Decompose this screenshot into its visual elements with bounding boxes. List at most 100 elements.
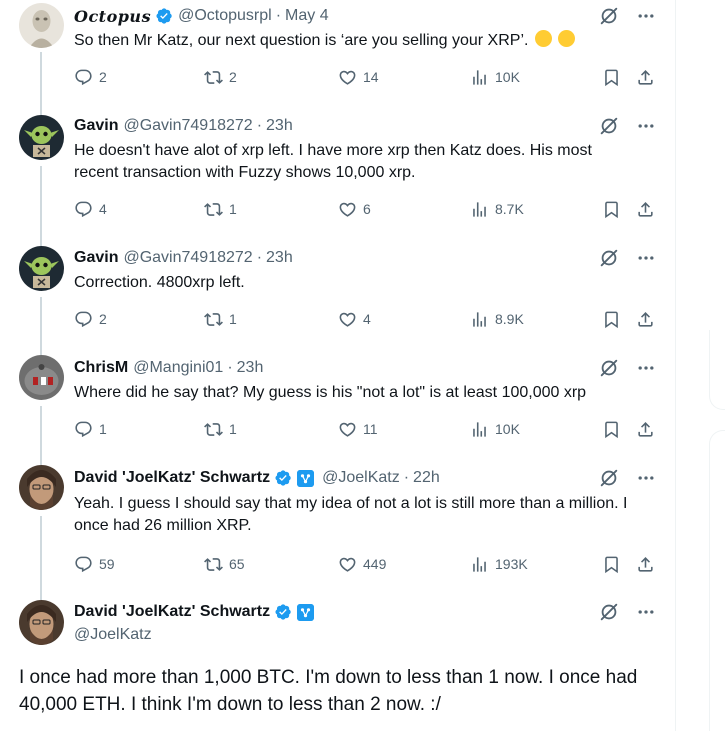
share-button[interactable] (636, 197, 655, 221)
share-button[interactable] (636, 417, 655, 441)
author-name[interactable]: Gavin (74, 117, 118, 135)
avatar[interactable] (19, 355, 64, 400)
views-button[interactable]: 8.7K (470, 197, 524, 221)
author-name[interactable]: David 'JoelKatz' Schwartz (74, 469, 270, 487)
bookmark-button[interactable] (602, 417, 621, 441)
more-icon[interactable] (636, 358, 656, 378)
retweet-icon (204, 68, 223, 87)
retweet-count: 1 (229, 311, 237, 327)
retweet-count: 65 (229, 556, 245, 572)
bookmark-button[interactable] (602, 552, 621, 576)
bookmark-button[interactable] (602, 65, 621, 89)
grok-icon[interactable] (598, 115, 620, 137)
tweet-time[interactable]: 23h (266, 249, 293, 267)
grok-icon[interactable] (598, 357, 620, 379)
like-icon (338, 420, 357, 439)
share-icon (636, 200, 655, 219)
like-icon (338, 200, 357, 219)
reply-button[interactable]: 59 (74, 552, 115, 576)
views-button[interactable]: 193K (470, 552, 528, 576)
thread-line (40, 166, 42, 240)
reply-tweet[interactable]: ChrisM @Mangini01 · 23h Where did he say… (0, 350, 676, 460)
bookmark-icon (602, 200, 621, 219)
author-handle[interactable]: @Mangini01 (133, 359, 223, 377)
share-button[interactable] (636, 307, 655, 331)
tweet-text: Correction. 4800xrp left. (74, 274, 245, 291)
views-button[interactable]: 8.9K (470, 307, 524, 331)
bookmark-icon (602, 310, 621, 329)
grok-icon[interactable] (598, 601, 620, 623)
avatar[interactable] (19, 3, 64, 48)
more-icon[interactable] (636, 468, 656, 488)
author-handle[interactable]: @Octopusrpl (178, 7, 272, 25)
separator-dot: · (275, 7, 282, 24)
retweet-count: 1 (229, 201, 237, 217)
grok-icon[interactable] (598, 247, 620, 269)
reply-button[interactable]: 2 (74, 65, 107, 89)
like-button[interactable]: 4 (338, 307, 371, 331)
author-name[interactable]: Octopus (74, 7, 151, 26)
retweet-icon (204, 200, 223, 219)
tweet-time[interactable]: 22h (413, 469, 440, 487)
affiliate-badge-icon[interactable] (297, 469, 315, 487)
reply-button[interactable]: 4 (74, 197, 107, 221)
views-button[interactable]: 10K (470, 417, 520, 441)
author-handle[interactable]: @Gavin74918272 (123, 249, 252, 267)
author-handle[interactable]: @Gavin74918272 (123, 117, 252, 135)
author-handle[interactable]: @JoelKatz (322, 469, 400, 487)
main-tweet[interactable]: David 'JoelKatz' Schwartz @JoelKatz I on… (0, 594, 676, 731)
tweet-time[interactable]: 23h (266, 117, 293, 135)
affiliate-badge-icon[interactable] (297, 603, 315, 621)
like-button[interactable]: 14 (338, 65, 379, 89)
retweet-button[interactable]: 2 (204, 65, 237, 89)
author-name[interactable]: David 'JoelKatz' Schwartz (74, 603, 270, 621)
avatar[interactable] (19, 465, 64, 510)
tweet-time[interactable]: May 4 (285, 7, 329, 25)
like-button[interactable]: 6 (338, 197, 371, 221)
avatar[interactable] (19, 600, 64, 645)
octopus-avatar-image (19, 3, 64, 48)
more-icon[interactable] (636, 248, 656, 268)
tongue-emoji-icon (534, 30, 552, 47)
author-handle[interactable]: @JoelKatz (74, 626, 152, 644)
more-icon[interactable] (636, 116, 656, 136)
share-button[interactable] (636, 552, 655, 576)
more-icon[interactable] (636, 6, 656, 26)
retweet-button[interactable]: 1 (204, 197, 237, 221)
share-button[interactable] (636, 65, 655, 89)
reply-button[interactable]: 1 (74, 417, 107, 441)
author-name[interactable]: ChrisM (74, 359, 128, 377)
like-button[interactable]: 11 (338, 417, 378, 441)
like-icon (338, 555, 357, 574)
bookmark-button[interactable] (602, 197, 621, 221)
separator-dot: · (403, 469, 410, 486)
retweet-button[interactable]: 1 (204, 307, 237, 331)
retweet-button[interactable]: 1 (204, 417, 237, 441)
author-name[interactable]: Gavin (74, 249, 118, 267)
views-button[interactable]: 10K (470, 65, 520, 89)
reply-tweet[interactable]: Gavin @Gavin74918272 · 23h He doesn't ha… (0, 108, 676, 240)
retweet-button[interactable]: 65 (204, 552, 245, 576)
reply-tweet[interactable]: Gavin @Gavin74918272 · 23h Correction. 4… (0, 240, 676, 350)
tweet-actions: 1 1 11 10K (74, 417, 660, 441)
thread-line (40, 297, 42, 350)
joelkatz-avatar-image (19, 600, 64, 645)
avatar[interactable] (19, 115, 64, 160)
reply-icon (74, 555, 93, 574)
retweet-icon (204, 555, 223, 574)
bookmark-button[interactable] (602, 307, 621, 331)
grok-icon[interactable] (598, 467, 620, 489)
tweet-time[interactable]: 23h (237, 359, 264, 377)
more-icon[interactable] (636, 602, 656, 622)
views-icon (470, 555, 489, 574)
reply-button[interactable]: 2 (74, 307, 107, 331)
reply-tweet[interactable]: Octopus @Octopusrpl · May 4 So then Mr K… (0, 0, 676, 108)
like-button[interactable]: 449 (338, 552, 386, 576)
reply-count: 2 (99, 69, 107, 85)
avatar[interactable] (19, 246, 64, 291)
thread-line (40, 52, 42, 108)
reply-count: 59 (99, 556, 115, 572)
grok-icon[interactable] (598, 5, 620, 27)
reply-tweet[interactable]: David 'JoelKatz' Schwartz @JoelKatz · 22… (0, 460, 676, 594)
reply-count: 1 (99, 421, 107, 437)
